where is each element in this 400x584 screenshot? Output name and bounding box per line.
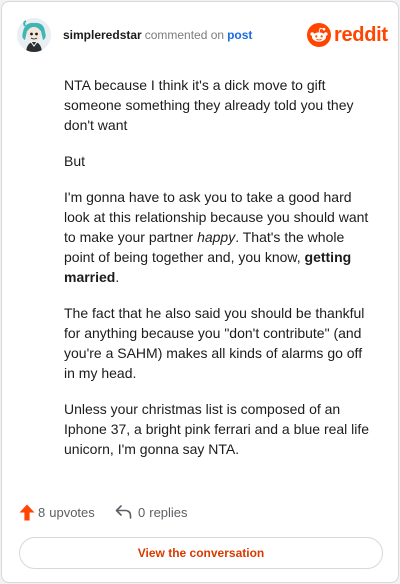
comment-body: NTA because I think it's a dick move to … bbox=[64, 75, 376, 475]
replies-button[interactable]: 0 replies bbox=[115, 502, 188, 522]
reply-count: 0 bbox=[138, 504, 146, 520]
comment-emphasis: happy bbox=[197, 229, 236, 245]
comment-text: . bbox=[115, 269, 120, 285]
comment-stats: 8 upvotes 0 replies bbox=[19, 502, 319, 522]
comment-paragraph: The fact that he also said you should be… bbox=[64, 305, 365, 381]
reddit-wordmark: reddit bbox=[334, 24, 388, 46]
username-link[interactable]: simpleredstar bbox=[63, 28, 142, 42]
upvote-button[interactable]: 8 upvotes bbox=[19, 502, 95, 522]
reddit-logo-icon bbox=[307, 23, 331, 47]
comment-paragraph: NTA because I think it's a dick move to … bbox=[64, 77, 354, 133]
comment-paragraph: Unless your christmas list is composed o… bbox=[64, 401, 370, 457]
reddit-brand[interactable]: reddit bbox=[307, 23, 388, 47]
post-link[interactable]: post bbox=[227, 28, 252, 42]
upvote-count: 8 bbox=[38, 504, 46, 520]
byline-action: commented on bbox=[144, 28, 225, 42]
comment-header: simpleredstar commented on post reddit bbox=[17, 18, 388, 52]
reply-label: replies bbox=[149, 504, 188, 520]
upvote-label: upvotes bbox=[49, 504, 95, 520]
reply-arrow-icon bbox=[115, 505, 132, 519]
view-conversation-button[interactable]: View the conversation bbox=[19, 537, 383, 569]
comment-paragraph: But bbox=[64, 153, 86, 169]
comment-paragraph: I'm gonna have to ask you to take a good… bbox=[64, 187, 376, 287]
comment-card: simpleredstar commented on post reddit NTA… bbox=[1, 1, 399, 583]
byline: simpleredstar commented on post bbox=[63, 28, 252, 42]
upvote-arrow-icon bbox=[19, 504, 35, 520]
avatar[interactable] bbox=[17, 18, 51, 52]
